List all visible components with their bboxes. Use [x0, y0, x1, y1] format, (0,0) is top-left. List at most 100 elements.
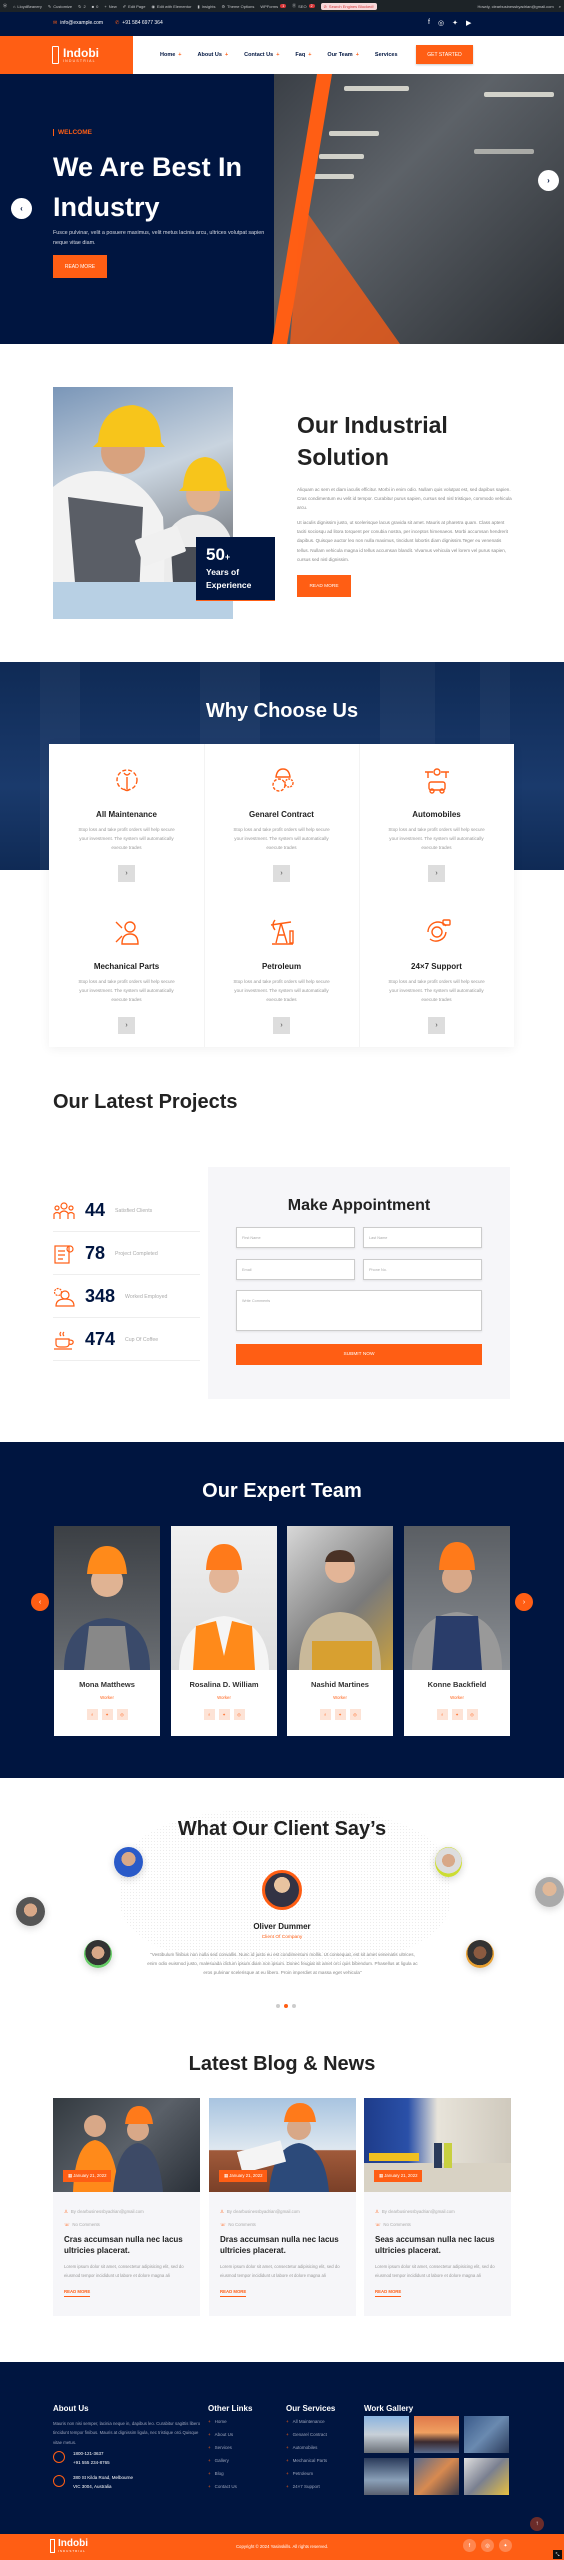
post-title[interactable]: Seas accumsan nulla nec lacus ultricies … — [375, 2235, 500, 2256]
feature-more-button[interactable]: › — [118, 1016, 135, 1034]
feature-more-button[interactable]: › — [273, 1016, 290, 1034]
footer-service-link[interactable]: + All Maintenance — [286, 2419, 327, 2432]
topbar-email[interactable]: ✉ info@example.com — [53, 20, 103, 26]
comments-textarea[interactable]: Write Comments — [236, 1290, 482, 1331]
post-image[interactable]: ▦ January 21, 2022 — [209, 2098, 356, 2192]
hero-read-more-button[interactable]: READ MORE — [53, 255, 107, 278]
footer-link[interactable]: + Services — [208, 2445, 237, 2458]
team-member-card[interactable]: Rosalina D. William Worker f ✦ ◎ — [171, 1526, 277, 1736]
post-title[interactable]: Dras accumsan nulla nec lacus ultricies … — [220, 2235, 345, 2256]
feature-more-button[interactable]: › — [273, 864, 290, 882]
search-icon[interactable]: ⌕ — [559, 4, 561, 9]
feature-more-button[interactable]: › — [118, 864, 135, 882]
admin-edit-page-link[interactable]: ✐ Edit Page — [123, 4, 146, 9]
admin-account-link[interactable]: Howdy, clearbusinessbyadrian@gmail.com — [478, 4, 554, 9]
facebook-icon[interactable]: f — [463, 2539, 476, 2552]
instagram-icon[interactable]: ◎ — [116, 1709, 128, 1720]
facebook-icon[interactable]: f — [428, 19, 430, 27]
post-read-more-link[interactable]: READ MORE — [375, 2289, 402, 2297]
admin-site-link[interactable]: ⌂ LloydBeanery — [13, 4, 42, 9]
client-avatar[interactable] — [114, 1847, 143, 1877]
nav-home[interactable]: Home + — [160, 52, 182, 58]
gallery-thumb[interactable] — [464, 2416, 509, 2453]
last-name-input[interactable]: Last Name — [363, 1227, 482, 1248]
footer-link[interactable]: + About Us — [208, 2432, 237, 2445]
post-image[interactable]: ▦ January 21, 2022 — [53, 2098, 200, 2192]
search-engines-blocked-link[interactable]: ⊘ Search Engines Blocked! — [320, 2, 377, 10]
instagram-icon[interactable]: ◎ — [233, 1709, 245, 1720]
gallery-thumb[interactable] — [414, 2458, 459, 2495]
twitter-icon[interactable]: ✦ — [451, 1709, 463, 1720]
gallery-thumb[interactable] — [364, 2416, 409, 2453]
instagram-icon[interactable]: ◎ — [438, 19, 444, 27]
admin-theme-options-link[interactable]: ⚙ Theme Options — [221, 4, 254, 9]
resize-icon[interactable]: ⤡ — [553, 2550, 562, 2559]
nav-our-team[interactable]: Our Team + — [327, 52, 358, 58]
twitter-icon[interactable]: ✦ — [334, 1709, 346, 1720]
scroll-to-top-button[interactable]: ↑ — [530, 2517, 544, 2531]
facebook-icon[interactable]: f — [436, 1709, 448, 1720]
gallery-thumb[interactable] — [364, 2458, 409, 2495]
facebook-icon[interactable]: f — [86, 1709, 98, 1720]
post-read-more-link[interactable]: READ MORE — [64, 2289, 91, 2297]
email-input[interactable]: Email — [236, 1259, 355, 1280]
footer-link[interactable]: + Gallery — [208, 2458, 237, 2471]
nav-about-us[interactable]: About Us + — [198, 52, 229, 58]
post-image[interactable]: ▦ January 21, 2022 — [364, 2098, 511, 2192]
hero-prev-button[interactable]: ‹ — [11, 198, 32, 219]
pagination-dot[interactable] — [276, 2004, 280, 2008]
gallery-thumb[interactable] — [464, 2458, 509, 2495]
feature-more-button[interactable]: › — [428, 864, 445, 882]
twitter-icon[interactable]: ✦ — [452, 19, 458, 27]
nav-contact-us[interactable]: Contact Us + — [244, 52, 279, 58]
team-next-button[interactable]: › — [515, 1593, 533, 1611]
feature-more-button[interactable]: › — [428, 1016, 445, 1034]
submit-button[interactable]: SUBMIT NOW — [236, 1344, 482, 1365]
nav-faq[interactable]: Faq + — [295, 52, 311, 58]
client-avatar[interactable] — [84, 1940, 112, 1968]
footer-link[interactable]: + Blog — [208, 2471, 237, 2484]
client-avatar[interactable] — [535, 1877, 564, 1907]
team-member-card[interactable]: Mona Matthews Worker f ✦ ◎ — [54, 1526, 160, 1736]
admin-wpforms-link[interactable]: WPForms 1 — [260, 4, 287, 9]
site-logo[interactable]: Indobi INDUSTRIAL — [0, 36, 133, 74]
post-title[interactable]: Cras accumsan nulla nec lacus ultricies … — [64, 2235, 189, 2256]
admin-customize-link[interactable]: ✎ Customize — [48, 4, 72, 9]
footer-link[interactable]: + Contact Us — [208, 2484, 237, 2497]
topbar-phone[interactable]: ✆ +91 584 6977 364 — [115, 20, 163, 26]
admin-comments-link[interactable]: ■ 0 — [92, 4, 99, 9]
pagination-dot[interactable] — [292, 2004, 296, 2008]
twitter-icon[interactable]: ✦ — [101, 1709, 113, 1720]
footer-link[interactable]: + Home — [208, 2419, 237, 2432]
admin-elementor-link[interactable]: ◉ Edit with Elementor — [151, 4, 191, 9]
facebook-icon[interactable]: f — [203, 1709, 215, 1720]
wordpress-logo-icon[interactable]: Ⓦ — [3, 3, 7, 9]
team-member-card[interactable]: Konne Backfield Worker f ✦ ◎ — [404, 1526, 510, 1736]
instagram-icon[interactable]: ◎ — [481, 2539, 494, 2552]
footer-service-link[interactable]: +24×7 Support — [286, 2484, 327, 2497]
nav-services[interactable]: Services — [375, 52, 398, 58]
footer-service-link[interactable]: + Genarel Contract — [286, 2432, 327, 2445]
client-avatar[interactable] — [435, 1847, 462, 1877]
gallery-thumb[interactable] — [414, 2416, 459, 2453]
phone-input[interactable]: Phone No. — [363, 1259, 482, 1280]
admin-updates-link[interactable]: ↻ 2 — [78, 4, 86, 9]
instagram-icon[interactable]: ◎ — [349, 1709, 361, 1720]
get-started-button[interactable]: GET STARTED — [416, 45, 473, 64]
admin-insights-link[interactable]: ▮ Insights — [197, 4, 215, 9]
footer-service-link[interactable]: + Automobiles — [286, 2445, 327, 2458]
client-avatar[interactable] — [466, 1940, 494, 1968]
footer-service-link[interactable]: + Petroleum — [286, 2471, 327, 2484]
team-prev-button[interactable]: ‹ — [31, 1593, 49, 1611]
instagram-icon[interactable]: ◎ — [466, 1709, 478, 1720]
solution-read-more-button[interactable]: READ MORE — [297, 575, 351, 597]
twitter-icon[interactable]: ✦ — [499, 2539, 512, 2552]
youtube-icon[interactable]: ▶ — [466, 19, 471, 27]
twitter-icon[interactable]: ✦ — [218, 1709, 230, 1720]
team-member-card[interactable]: Nashid Martines Worker f ✦ ◎ — [287, 1526, 393, 1736]
first-name-input[interactable]: First Name — [236, 1227, 355, 1248]
admin-seo-link[interactable]: Ⓡ SEO 2 — [292, 3, 315, 9]
admin-new-link[interactable]: + New — [104, 4, 116, 9]
pagination-dot-active[interactable] — [284, 2004, 288, 2008]
facebook-icon[interactable]: f — [319, 1709, 331, 1720]
